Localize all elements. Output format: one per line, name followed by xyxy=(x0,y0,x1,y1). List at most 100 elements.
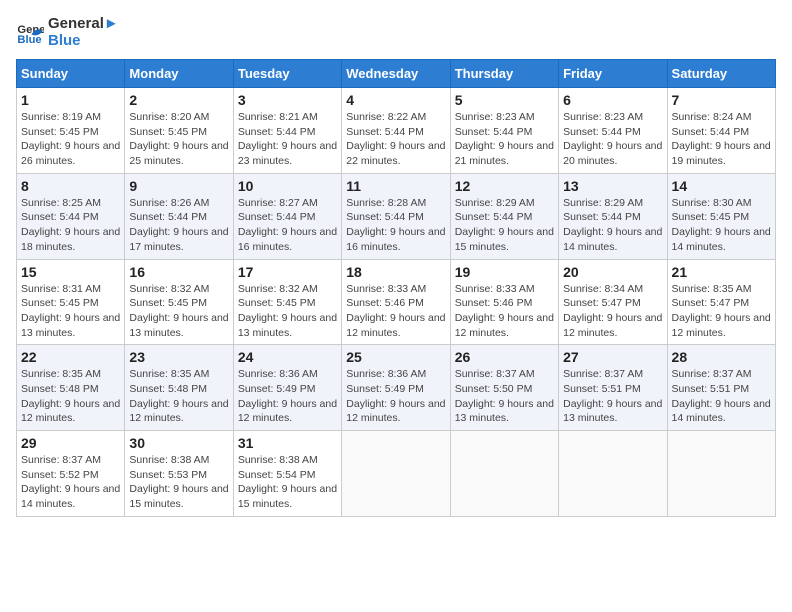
day-number: 6 xyxy=(563,92,662,108)
day-cell: 6 Sunrise: 8:23 AM Sunset: 5:44 PM Dayli… xyxy=(559,88,667,174)
day-number: 11 xyxy=(346,178,445,194)
day-info: Sunrise: 8:23 AM Sunset: 5:44 PM Dayligh… xyxy=(563,110,662,169)
day-number: 1 xyxy=(21,92,120,108)
day-info: Sunrise: 8:37 AM Sunset: 5:51 PM Dayligh… xyxy=(563,367,662,426)
day-cell: 24 Sunrise: 8:36 AM Sunset: 5:49 PM Dayl… xyxy=(233,345,341,431)
day-info: Sunrise: 8:28 AM Sunset: 5:44 PM Dayligh… xyxy=(346,196,445,255)
day-number: 29 xyxy=(21,435,120,451)
day-info: Sunrise: 8:30 AM Sunset: 5:45 PM Dayligh… xyxy=(672,196,771,255)
day-number: 15 xyxy=(21,264,120,280)
day-number: 9 xyxy=(129,178,228,194)
weekday-header-monday: Monday xyxy=(125,60,233,88)
day-info: Sunrise: 8:29 AM Sunset: 5:44 PM Dayligh… xyxy=(563,196,662,255)
day-number: 23 xyxy=(129,349,228,365)
day-number: 3 xyxy=(238,92,337,108)
weekday-header-tuesday: Tuesday xyxy=(233,60,341,88)
header: General Blue General► Blue xyxy=(16,16,776,49)
day-info: Sunrise: 8:23 AM Sunset: 5:44 PM Dayligh… xyxy=(455,110,554,169)
day-number: 19 xyxy=(455,264,554,280)
day-cell: 19 Sunrise: 8:33 AM Sunset: 5:46 PM Dayl… xyxy=(450,259,558,345)
day-number: 5 xyxy=(455,92,554,108)
day-number: 20 xyxy=(563,264,662,280)
day-cell: 30 Sunrise: 8:38 AM Sunset: 5:53 PM Dayl… xyxy=(125,431,233,517)
day-cell: 27 Sunrise: 8:37 AM Sunset: 5:51 PM Dayl… xyxy=(559,345,667,431)
day-number: 2 xyxy=(129,92,228,108)
day-cell: 3 Sunrise: 8:21 AM Sunset: 5:44 PM Dayli… xyxy=(233,88,341,174)
day-cell: 21 Sunrise: 8:35 AM Sunset: 5:47 PM Dayl… xyxy=(667,259,775,345)
day-info: Sunrise: 8:31 AM Sunset: 5:45 PM Dayligh… xyxy=(21,282,120,341)
day-number: 30 xyxy=(129,435,228,451)
day-cell: 4 Sunrise: 8:22 AM Sunset: 5:44 PM Dayli… xyxy=(342,88,450,174)
weekday-header-saturday: Saturday xyxy=(667,60,775,88)
day-cell: 10 Sunrise: 8:27 AM Sunset: 5:44 PM Dayl… xyxy=(233,173,341,259)
day-info: Sunrise: 8:29 AM Sunset: 5:44 PM Dayligh… xyxy=(455,196,554,255)
day-info: Sunrise: 8:36 AM Sunset: 5:49 PM Dayligh… xyxy=(238,367,337,426)
day-info: Sunrise: 8:32 AM Sunset: 5:45 PM Dayligh… xyxy=(129,282,228,341)
day-info: Sunrise: 8:33 AM Sunset: 5:46 PM Dayligh… xyxy=(346,282,445,341)
day-cell: 17 Sunrise: 8:32 AM Sunset: 5:45 PM Dayl… xyxy=(233,259,341,345)
day-number: 24 xyxy=(238,349,337,365)
day-number: 16 xyxy=(129,264,228,280)
week-row-5: 29 Sunrise: 8:37 AM Sunset: 5:52 PM Dayl… xyxy=(17,431,776,517)
day-cell: 16 Sunrise: 8:32 AM Sunset: 5:45 PM Dayl… xyxy=(125,259,233,345)
weekday-header-wednesday: Wednesday xyxy=(342,60,450,88)
day-info: Sunrise: 8:37 AM Sunset: 5:51 PM Dayligh… xyxy=(672,367,771,426)
day-number: 21 xyxy=(672,264,771,280)
day-info: Sunrise: 8:37 AM Sunset: 5:50 PM Dayligh… xyxy=(455,367,554,426)
day-number: 25 xyxy=(346,349,445,365)
day-cell: 23 Sunrise: 8:35 AM Sunset: 5:48 PM Dayl… xyxy=(125,345,233,431)
week-row-1: 1 Sunrise: 8:19 AM Sunset: 5:45 PM Dayli… xyxy=(17,88,776,174)
day-info: Sunrise: 8:37 AM Sunset: 5:52 PM Dayligh… xyxy=(21,453,120,512)
day-number: 14 xyxy=(672,178,771,194)
day-info: Sunrise: 8:26 AM Sunset: 5:44 PM Dayligh… xyxy=(129,196,228,255)
day-cell: 11 Sunrise: 8:28 AM Sunset: 5:44 PM Dayl… xyxy=(342,173,450,259)
day-info: Sunrise: 8:38 AM Sunset: 5:54 PM Dayligh… xyxy=(238,453,337,512)
weekday-header-row: SundayMondayTuesdayWednesdayThursdayFrid… xyxy=(17,60,776,88)
day-cell: 9 Sunrise: 8:26 AM Sunset: 5:44 PM Dayli… xyxy=(125,173,233,259)
day-cell: 26 Sunrise: 8:37 AM Sunset: 5:50 PM Dayl… xyxy=(450,345,558,431)
day-cell: 13 Sunrise: 8:29 AM Sunset: 5:44 PM Dayl… xyxy=(559,173,667,259)
day-number: 22 xyxy=(21,349,120,365)
day-cell xyxy=(667,431,775,517)
day-cell: 29 Sunrise: 8:37 AM Sunset: 5:52 PM Dayl… xyxy=(17,431,125,517)
day-number: 27 xyxy=(563,349,662,365)
day-cell: 18 Sunrise: 8:33 AM Sunset: 5:46 PM Dayl… xyxy=(342,259,450,345)
day-cell: 31 Sunrise: 8:38 AM Sunset: 5:54 PM Dayl… xyxy=(233,431,341,517)
day-info: Sunrise: 8:24 AM Sunset: 5:44 PM Dayligh… xyxy=(672,110,771,169)
day-number: 26 xyxy=(455,349,554,365)
day-info: Sunrise: 8:35 AM Sunset: 5:47 PM Dayligh… xyxy=(672,282,771,341)
day-info: Sunrise: 8:22 AM Sunset: 5:44 PM Dayligh… xyxy=(346,110,445,169)
day-info: Sunrise: 8:38 AM Sunset: 5:53 PM Dayligh… xyxy=(129,453,228,512)
day-cell: 25 Sunrise: 8:36 AM Sunset: 5:49 PM Dayl… xyxy=(342,345,450,431)
day-cell: 7 Sunrise: 8:24 AM Sunset: 5:44 PM Dayli… xyxy=(667,88,775,174)
day-cell: 1 Sunrise: 8:19 AM Sunset: 5:45 PM Dayli… xyxy=(17,88,125,174)
weekday-header-sunday: Sunday xyxy=(17,60,125,88)
day-info: Sunrise: 8:36 AM Sunset: 5:49 PM Dayligh… xyxy=(346,367,445,426)
logo-icon: General Blue xyxy=(16,19,44,47)
day-info: Sunrise: 8:21 AM Sunset: 5:44 PM Dayligh… xyxy=(238,110,337,169)
logo-blue: Blue xyxy=(48,33,119,50)
day-cell: 8 Sunrise: 8:25 AM Sunset: 5:44 PM Dayli… xyxy=(17,173,125,259)
day-cell xyxy=(559,431,667,517)
day-info: Sunrise: 8:27 AM Sunset: 5:44 PM Dayligh… xyxy=(238,196,337,255)
week-row-4: 22 Sunrise: 8:35 AM Sunset: 5:48 PM Dayl… xyxy=(17,345,776,431)
day-info: Sunrise: 8:35 AM Sunset: 5:48 PM Dayligh… xyxy=(21,367,120,426)
day-cell: 22 Sunrise: 8:35 AM Sunset: 5:48 PM Dayl… xyxy=(17,345,125,431)
day-number: 10 xyxy=(238,178,337,194)
weekday-header-thursday: Thursday xyxy=(450,60,558,88)
logo: General Blue General► Blue xyxy=(16,16,119,49)
day-number: 12 xyxy=(455,178,554,194)
day-number: 31 xyxy=(238,435,337,451)
day-number: 13 xyxy=(563,178,662,194)
week-row-3: 15 Sunrise: 8:31 AM Sunset: 5:45 PM Dayl… xyxy=(17,259,776,345)
day-info: Sunrise: 8:33 AM Sunset: 5:46 PM Dayligh… xyxy=(455,282,554,341)
day-cell: 28 Sunrise: 8:37 AM Sunset: 5:51 PM Dayl… xyxy=(667,345,775,431)
week-row-2: 8 Sunrise: 8:25 AM Sunset: 5:44 PM Dayli… xyxy=(17,173,776,259)
day-info: Sunrise: 8:34 AM Sunset: 5:47 PM Dayligh… xyxy=(563,282,662,341)
day-cell: 15 Sunrise: 8:31 AM Sunset: 5:45 PM Dayl… xyxy=(17,259,125,345)
day-number: 8 xyxy=(21,178,120,194)
day-cell xyxy=(450,431,558,517)
day-info: Sunrise: 8:20 AM Sunset: 5:45 PM Dayligh… xyxy=(129,110,228,169)
logo-general: General► xyxy=(48,16,119,33)
day-info: Sunrise: 8:19 AM Sunset: 5:45 PM Dayligh… xyxy=(21,110,120,169)
